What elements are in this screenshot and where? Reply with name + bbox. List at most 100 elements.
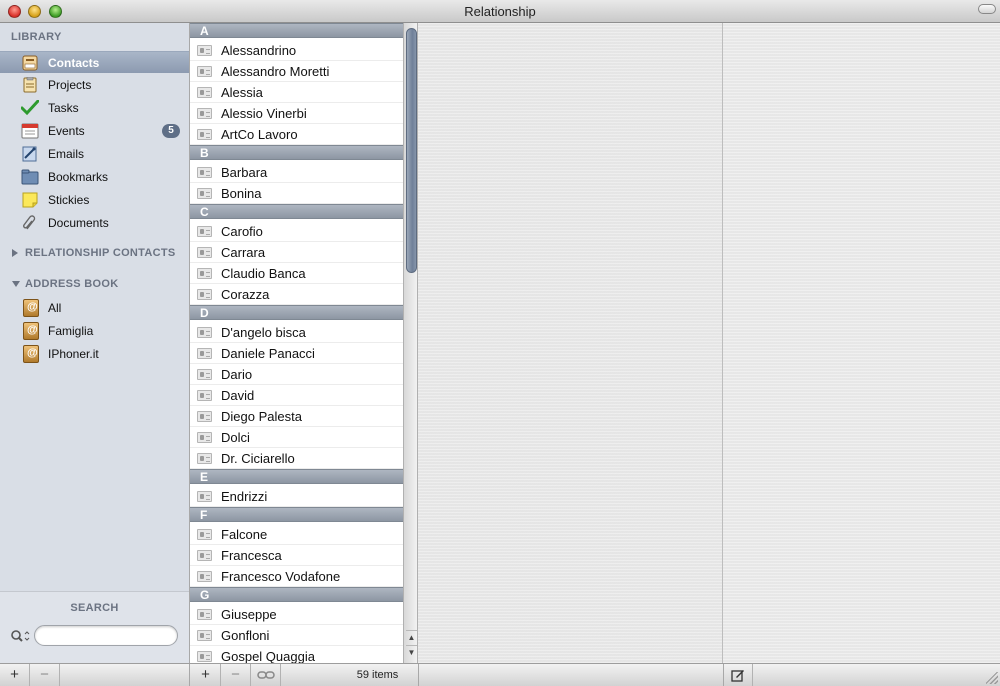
section-header-f: F (190, 507, 403, 522)
contact-row[interactable]: Claudio Banca (190, 263, 403, 284)
contact-row[interactable]: Barbara (190, 162, 403, 183)
contact-row[interactable]: Alessia (190, 82, 403, 103)
contact-name: Falcone (221, 527, 268, 542)
contact-name: Francesco Vodafone (221, 569, 341, 584)
sidebar-item-events[interactable]: Events 5 (0, 120, 189, 142)
contact-row[interactable]: Alessio Vinerbi (190, 103, 403, 124)
contact-name: Barbara (221, 165, 268, 180)
add-library-button[interactable]: + (0, 664, 30, 686)
contact-row[interactable]: ArtCo Lavoro (190, 124, 403, 145)
contact-row[interactable]: Corazza (190, 284, 403, 305)
disclosure-collapsed-icon[interactable] (12, 249, 18, 257)
sidebar-item-stickies[interactable]: Stickies (0, 189, 189, 211)
sidebar-item-label: Emails (48, 147, 85, 161)
contacts-icon (22, 55, 38, 71)
search-title: SEARCH (70, 602, 119, 614)
contact-row[interactable]: Bonina (190, 183, 403, 204)
edit-contact-button[interactable] (723, 664, 753, 686)
contact-card-icon (197, 66, 212, 77)
library-header: LIBRARY (11, 31, 62, 43)
relationship-contacts-header[interactable]: RELATIONSHIP CONTACTS (25, 247, 176, 259)
tasks-checkmark-icon (21, 100, 39, 116)
section-letter: F (200, 508, 208, 522)
add-contact-button[interactable]: + (191, 664, 221, 686)
contact-name: Dolci (221, 430, 250, 445)
edit-compose-icon (730, 670, 744, 682)
contact-row[interactable]: Carofio (190, 221, 403, 242)
contact-name: Giuseppe (221, 607, 277, 622)
sidebar-item-contacts[interactable]: Contacts (0, 51, 189, 73)
contact-card-icon (197, 268, 212, 279)
contact-name: D'angelo bisca (221, 325, 306, 340)
contact-row[interactable]: Gonfloni (190, 625, 403, 646)
sidebar-item-bookmarks[interactable]: Bookmarks (0, 166, 189, 188)
contact-card-icon (197, 289, 212, 300)
events-count-badge: 5 (162, 124, 180, 138)
section-header-d: D (190, 305, 403, 320)
contact-row[interactable]: Daniele Panacci (190, 343, 403, 364)
contact-row[interactable]: Endrizzi (190, 486, 403, 507)
section-header-g: G (190, 587, 403, 602)
contact-row[interactable]: David (190, 385, 403, 406)
contact-row[interactable]: Falcone (190, 524, 403, 545)
window-title: Relationship (464, 4, 536, 19)
divider (418, 664, 419, 686)
contact-row[interactable]: Dolci (190, 427, 403, 448)
sidebar-item-address-iphoner[interactable]: IPhoner.it (0, 343, 189, 365)
remove-contact-button[interactable]: − (221, 664, 251, 686)
contact-row[interactable]: Dr. Ciciarello (190, 448, 403, 469)
calendar-icon (21, 123, 39, 139)
bookmarks-icon (21, 169, 39, 185)
scroll-up-arrow-icon[interactable]: ▲ (406, 630, 417, 644)
remove-library-button[interactable]: − (30, 664, 60, 686)
contact-list-scrollbar[interactable]: ▲ ▼ (403, 23, 418, 663)
sidebar-item-projects[interactable]: Projects (0, 74, 189, 96)
search-icon[interactable] (10, 629, 32, 643)
contact-card-icon (197, 411, 212, 422)
window-resize-grip[interactable] (986, 672, 998, 684)
contact-name: Dario (221, 367, 253, 382)
contact-card-icon (197, 45, 212, 56)
search-panel: SEARCH (0, 591, 189, 663)
contact-card-icon (197, 108, 212, 119)
email-icon (22, 146, 37, 162)
contact-card-icon (197, 327, 212, 338)
contact-card-icon (197, 571, 212, 582)
scroll-down-arrow-icon[interactable]: ▼ (406, 645, 417, 659)
sidebar-item-address-famiglia[interactable]: Famiglia (0, 320, 189, 342)
contact-list: A Alessandrino Alessandro Moretti Alessia Al… (190, 23, 403, 663)
section-header-a: A (190, 23, 403, 38)
link-contact-button[interactable] (251, 664, 281, 686)
sidebar-item-documents[interactable]: Documents (0, 212, 189, 234)
search-input[interactable] (34, 625, 178, 646)
sidebar-item-address-all[interactable]: All (0, 297, 189, 319)
contact-name: Corazza (221, 287, 270, 302)
sidebar-item-label: Events (48, 124, 85, 138)
contact-row[interactable]: D'angelo bisca (190, 322, 403, 343)
address-book-header[interactable]: ADDRESS BOOK (25, 278, 118, 290)
contact-row[interactable]: Francesca (190, 545, 403, 566)
contact-row[interactable]: Gospel Quaggia (190, 646, 403, 663)
contact-name: ArtCo Lavoro (221, 127, 298, 142)
contact-card-icon (197, 390, 212, 401)
contact-name: Claudio Banca (221, 266, 306, 281)
sidebar-item-label: Famiglia (48, 324, 94, 338)
toolbar-toggle-button[interactable] (978, 4, 996, 14)
disclosure-expanded-icon[interactable] (12, 281, 20, 287)
contact-row[interactable]: Dario (190, 364, 403, 385)
projects-icon (23, 77, 37, 93)
contact-row[interactable]: Giuseppe (190, 604, 403, 625)
scrollbar-thumb[interactable] (406, 28, 417, 273)
contact-row[interactable]: Francesco Vodafone (190, 566, 403, 587)
title-bar: Relationship (0, 0, 1000, 23)
section-header-c: C (190, 204, 403, 219)
sidebar-item-emails[interactable]: Emails (0, 143, 189, 165)
contact-row[interactable]: Alessandro Moretti (190, 61, 403, 82)
contact-row[interactable]: Carrara (190, 242, 403, 263)
contact-name: Alessio Vinerbi (221, 106, 307, 121)
contact-name: Francesca (221, 548, 282, 563)
contact-row[interactable]: Diego Palesta (190, 406, 403, 427)
contact-card-icon (197, 167, 212, 178)
sidebar-item-tasks[interactable]: Tasks (0, 97, 189, 119)
contact-row[interactable]: Alessandrino (190, 40, 403, 61)
